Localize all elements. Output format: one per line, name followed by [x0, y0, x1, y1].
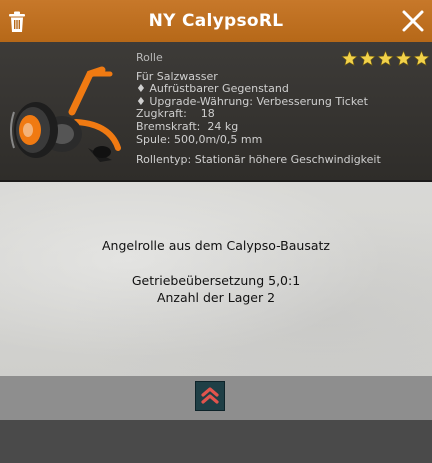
close-icon[interactable] — [400, 8, 426, 34]
title-bar: NY CalypsoRL — [0, 0, 432, 42]
item-stats: Rolle Für Salzwasser ♦ Aufrüstbarer Gege… — [136, 51, 426, 167]
stat-line: ♦ Aufrüstbarer Gegenstand — [136, 82, 289, 96]
upgrade-button[interactable] — [195, 381, 225, 411]
item-info-panel: Rolle Für Salzwasser ♦ Aufrüstbarer Gege… — [0, 42, 432, 182]
stat-line: Bremskraft: 24 kg — [136, 119, 239, 133]
item-category: Rolle — [136, 51, 163, 64]
description-line: Getriebeübersetzung 5,0:1 — [131, 273, 301, 288]
description-panel: Angelrolle aus dem Calypso-Bausatz Getri… — [0, 182, 432, 376]
fishing-reel-image — [10, 66, 121, 162]
trash-icon[interactable] — [8, 11, 26, 33]
window-title: NY CalypsoRL — [148, 11, 284, 31]
bottom-area — [0, 420, 432, 463]
upgrade-chevrons-icon — [201, 387, 219, 404]
description-line: Angelrolle aus dem Calypso-Bausatz — [102, 238, 330, 253]
reel-type: Rollentyp: Stationär höhere Geschwindigk… — [136, 153, 381, 167]
stat-line: Spule: 500,0m/0,5 mm — [136, 132, 263, 146]
description-line: Anzahl der Lager 2 — [156, 290, 276, 305]
